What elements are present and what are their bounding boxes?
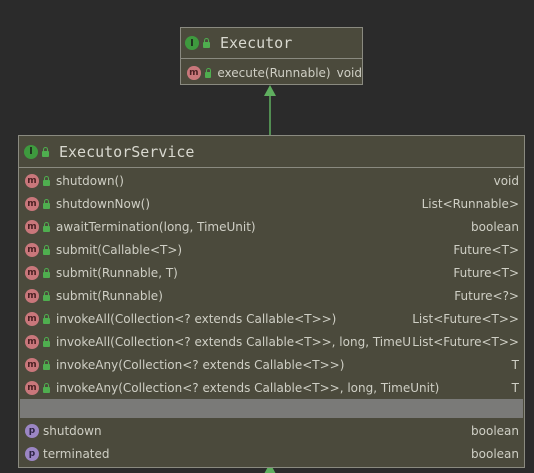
method-row[interactable]: m shutdownNow() List<Runnable> <box>19 192 524 215</box>
public-lock-icon <box>43 290 50 301</box>
method-icon: m <box>25 357 39 372</box>
public-lock-icon <box>43 198 50 209</box>
method-row[interactable]: m invokeAny(Collection<? extends Callable… <box>19 376 524 399</box>
method-icon: m <box>25 196 39 211</box>
method-icon: m <box>25 334 39 349</box>
property-type: boolean <box>471 423 519 438</box>
public-lock-icon <box>43 382 50 393</box>
public-lock-icon <box>43 336 50 347</box>
method-return-type: T <box>511 380 519 395</box>
method-signature: invokeAll(Collection<? extends Callable<… <box>56 334 413 349</box>
method-return-type: void <box>493 173 519 188</box>
method-icon: m <box>25 219 39 234</box>
method-row[interactable]: m awaitTermination(long, TimeUnit) boolean <box>19 215 524 238</box>
interface-icon: I <box>185 36 199 50</box>
method-signature: invokeAny(Collection<? extends Callable<… <box>56 357 345 372</box>
executor-interface-box[interactable]: I Executor m execute(Runnable) void <box>180 27 363 85</box>
method-icon: m <box>25 288 39 303</box>
public-lock-icon <box>43 175 50 186</box>
public-lock-icon <box>43 313 50 324</box>
extends-arrowhead-executor <box>264 85 276 96</box>
method-signature: shutdown() <box>56 173 124 188</box>
public-lock-icon <box>43 267 50 278</box>
public-lock-icon <box>43 359 50 370</box>
method-return-type: Future<T> <box>453 242 519 257</box>
method-icon: m <box>187 65 201 80</box>
method-signature: awaitTermination(long, TimeUnit) <box>56 219 256 234</box>
method-return-type: List<Future<T>> <box>412 334 519 349</box>
method-row[interactable]: m invokeAll(Collection<? extends Callable… <box>19 330 524 353</box>
property-row[interactable]: p shutdown boolean <box>19 419 524 442</box>
method-row[interactable]: m submit(Runnable, T) Future<T> <box>19 261 524 284</box>
method-return-type: void <box>336 65 362 80</box>
method-return-type: T <box>511 357 519 372</box>
method-icon: m <box>25 380 39 395</box>
public-lock-icon <box>43 244 50 255</box>
method-row[interactable]: m execute(Runnable) void <box>181 61 362 84</box>
method-icon: m <box>25 265 39 280</box>
method-icon: m <box>25 311 39 326</box>
property-name: terminated <box>43 446 110 461</box>
method-signature: invokeAny(Collection<? extends Callable<… <box>56 380 440 395</box>
property-icon: p <box>25 423 39 438</box>
method-return-type: boolean <box>471 219 519 234</box>
property-name: shutdown <box>43 423 102 438</box>
method-row[interactable]: m shutdown() void <box>19 169 524 192</box>
method-row[interactable]: m submit(Runnable) Future<?> <box>19 284 524 307</box>
method-icon: m <box>25 173 39 188</box>
method-signature: submit(Runnable) <box>56 288 163 303</box>
public-lock-icon <box>203 38 210 48</box>
executor-header: I Executor <box>181 28 362 59</box>
method-icon: m <box>25 242 39 257</box>
method-signature: shutdownNow() <box>56 196 151 211</box>
public-lock-icon <box>42 146 49 157</box>
method-signature: execute(Runnable) <box>217 65 331 80</box>
public-lock-icon <box>204 67 212 78</box>
executor-service-header: I ExecutorService <box>19 136 524 168</box>
public-lock-icon <box>43 221 50 232</box>
property-icon: p <box>25 446 39 461</box>
executor-title: Executor <box>220 34 293 52</box>
executor-service-title: ExecutorService <box>59 142 195 161</box>
method-signature: invokeAll(Collection<? extends Callable<… <box>56 311 337 326</box>
method-row[interactable]: m invokeAll(Collection<? extends Callable… <box>19 307 524 330</box>
property-type: boolean <box>471 446 519 461</box>
uml-diagram-canvas: I Executor m execute(Runnable) void I Ex… <box>0 0 534 473</box>
executor-service-interface-box[interactable]: I ExecutorService m shutdown() void m shutdo… <box>18 135 525 468</box>
method-row[interactable]: m invokeAny(Collection<? extends Callable… <box>19 353 524 376</box>
method-return-type: Future<T> <box>453 265 519 280</box>
method-return-type: List<Future<T>> <box>412 311 519 326</box>
interface-icon: I <box>24 144 38 159</box>
method-return-type: List<Runnable> <box>421 196 519 211</box>
method-signature: submit(Runnable, T) <box>56 265 178 280</box>
section-separator <box>20 399 523 418</box>
method-return-type: Future<?> <box>454 288 519 303</box>
property-row[interactable]: p terminated boolean <box>19 442 524 465</box>
method-signature: submit(Callable<T>) <box>56 242 183 257</box>
method-row[interactable]: m submit(Callable<T>) Future<T> <box>19 238 524 261</box>
